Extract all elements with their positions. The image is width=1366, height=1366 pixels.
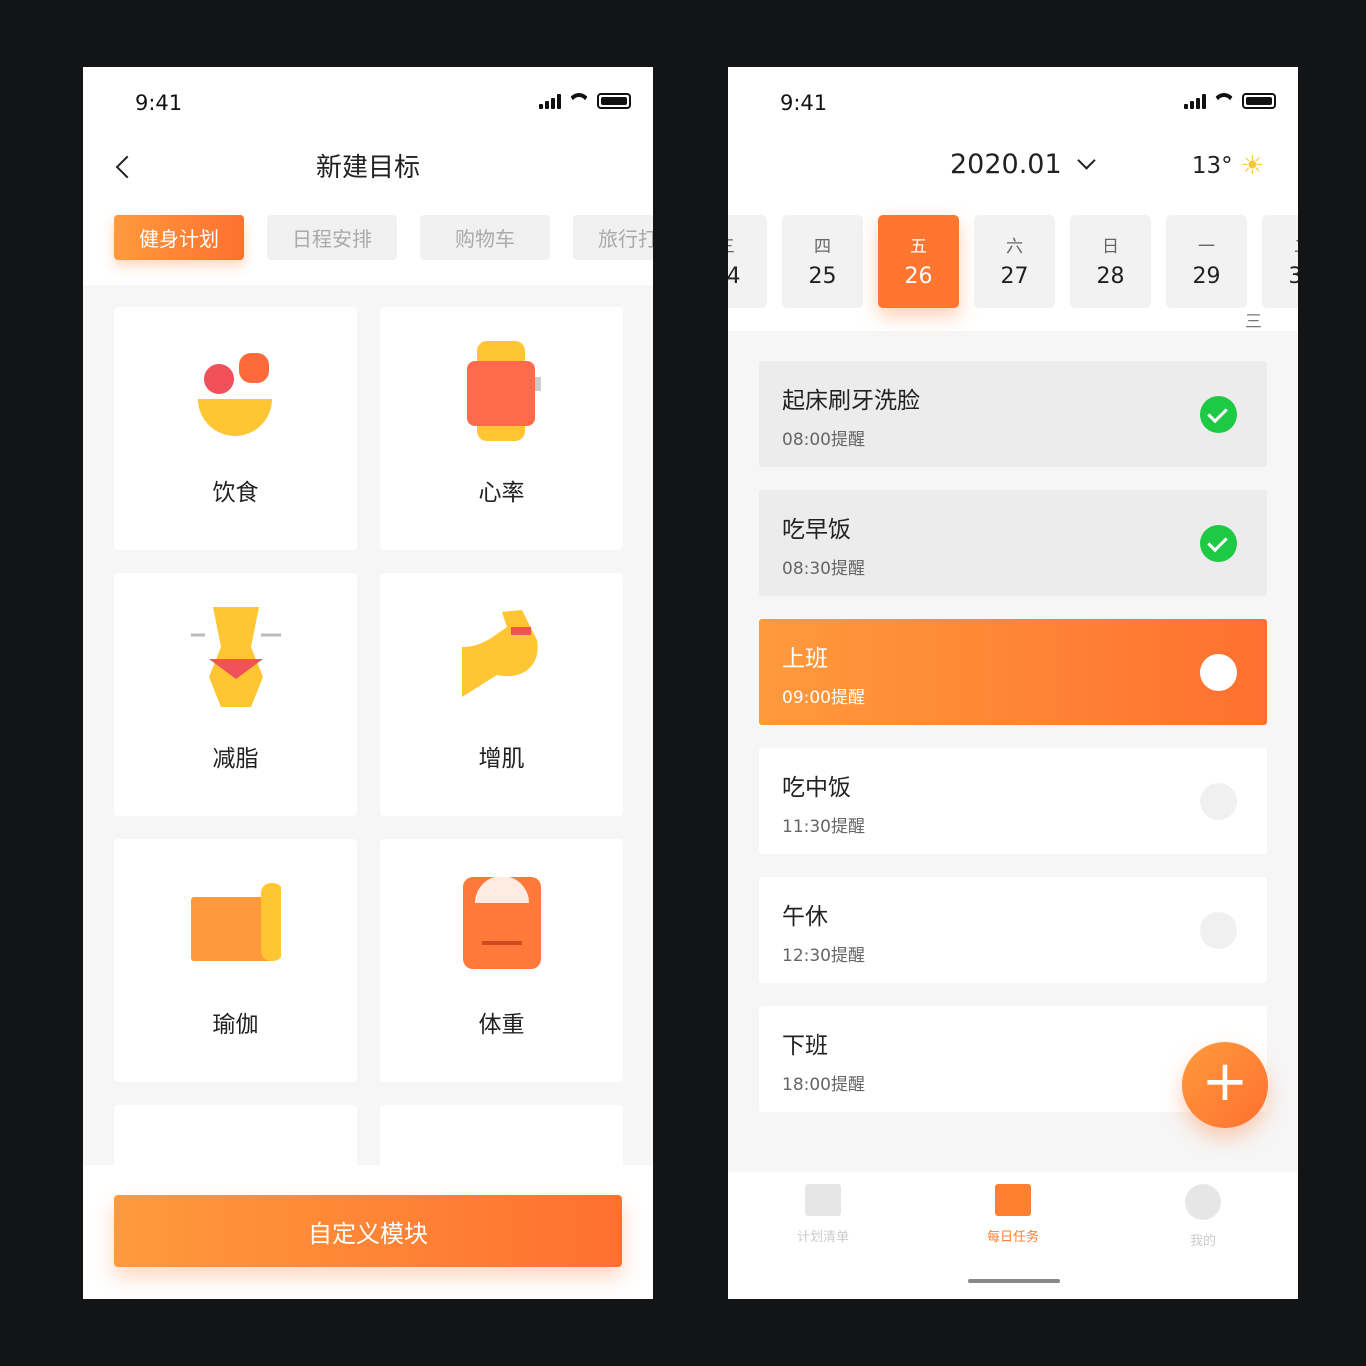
battery-icon [597, 93, 631, 109]
smartwatch-icon [466, 341, 541, 441]
day-30[interactable]: 二30 [1262, 215, 1298, 308]
chevron-down-icon [1076, 151, 1096, 170]
status-circle-icon[interactable] [1200, 783, 1237, 820]
food-bowl-icon [197, 353, 272, 436]
month-selector[interactable]: 2020.01 [950, 149, 1096, 180]
date-strip[interactable]: 三24 四25 五26 六27 日28 一29 二30 [728, 215, 1298, 308]
muscle-arm-icon [461, 610, 538, 697]
day-26-selected[interactable]: 五 26 [878, 215, 959, 308]
add-task-button[interactable]: + [1182, 1042, 1268, 1128]
temperature: 13° [1191, 153, 1233, 179]
page-title: 新建目标 [315, 153, 420, 183]
task-item[interactable]: 吃中饭 11:30提醒 [759, 748, 1267, 854]
chip-travel[interactable]: 旅行打卡 [573, 215, 653, 260]
card-muscle[interactable]: 增肌 [380, 573, 623, 816]
tab-plan-list[interactable]: 计划清单 [728, 1172, 918, 1299]
card-fat-loss[interactable]: 减脂 [114, 573, 357, 816]
header: 新建目标 健身计划 日程安排 购物车 旅行打卡 [83, 137, 653, 285]
task-item[interactable]: 上班 09:00提醒 [759, 619, 1267, 725]
waist-icon [190, 607, 281, 707]
check-icon[interactable] [1200, 396, 1237, 433]
daily-tasks-screen: 9:41 2020.01 13° ☀ 三24 四25 五26 六27 日28 一2… [728, 67, 1298, 1299]
signal-icon [539, 94, 561, 109]
calendar-icon [995, 1184, 1031, 1216]
task-item[interactable]: 吃早饭 08:30提醒 [759, 490, 1267, 596]
wifi-icon [1213, 93, 1235, 109]
overflow-weekday: 三 [1245, 312, 1262, 332]
task-item[interactable]: 起床刷牙洗脸 08:00提醒 [759, 361, 1267, 467]
card-yoga[interactable]: 瑜伽 [114, 839, 357, 1082]
list-icon [805, 1184, 841, 1216]
wifi-icon [568, 93, 590, 109]
yoga-mat-icon [190, 883, 281, 961]
new-goal-screen: 9:41 新建目标 健身计划 日程安排 购物车 旅行打卡 饮食 心率 减脂 增肌… [83, 67, 653, 1299]
day-27[interactable]: 六 27 [974, 215, 1055, 308]
scale-icon [462, 876, 541, 969]
plus-icon: + [1201, 1049, 1249, 1114]
status-bar: 9:41 [728, 67, 1298, 137]
card-diet[interactable]: 饮食 [114, 307, 357, 550]
check-icon[interactable] [1200, 525, 1237, 562]
tab-me[interactable]: 我的 [1108, 1172, 1298, 1299]
chip-schedule[interactable]: 日程安排 [267, 215, 397, 260]
day-24[interactable]: 三24 [728, 215, 767, 308]
sun-icon: ☀ [1240, 151, 1264, 181]
status-circle-icon[interactable] [1200, 912, 1237, 949]
day-28[interactable]: 日 28 [1070, 215, 1151, 308]
status-bar: 9:41 [83, 67, 653, 137]
card-weight[interactable]: 体重 [380, 839, 623, 1082]
day-25[interactable]: 四 25 [782, 215, 863, 308]
card-heart-rate[interactable]: 心率 [380, 307, 623, 550]
battery-icon [1242, 93, 1276, 109]
month-label: 2020.01 [950, 149, 1062, 180]
signal-icon [1184, 94, 1206, 109]
smiley-icon [1185, 1184, 1221, 1220]
weather: 13° ☀ [1192, 151, 1264, 181]
clock: 9:41 [135, 91, 183, 115]
home-indicator [968, 1279, 1060, 1283]
task-item[interactable]: 午休 12:30提醒 [759, 877, 1267, 983]
chip-shopping[interactable]: 购物车 [420, 215, 550, 260]
clock: 9:41 [780, 91, 828, 115]
custom-module-button[interactable]: 自定义模块 [114, 1195, 622, 1267]
status-circle-icon[interactable] [1200, 654, 1237, 691]
chip-fitness[interactable]: 健身计划 [114, 215, 244, 260]
day-29[interactable]: 一 29 [1166, 215, 1247, 308]
tab-bar: 计划清单 每日任务 我的 [728, 1172, 1298, 1299]
